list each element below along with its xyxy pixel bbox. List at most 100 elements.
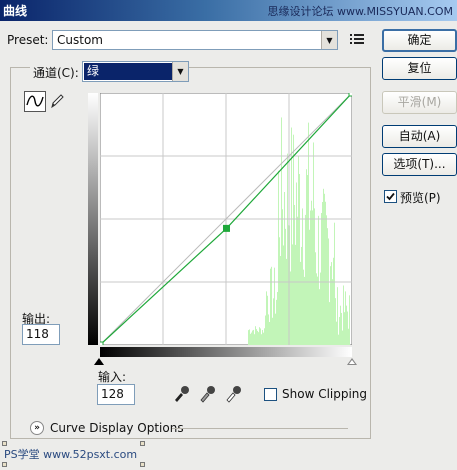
histogram-bar: [270, 268, 271, 345]
histogram-bar: [249, 329, 250, 345]
curve-tool-button[interactable]: [24, 91, 46, 112]
channel-label: 通道(C):: [30, 64, 82, 81]
preset-options-icon[interactable]: [350, 33, 364, 45]
histogram-bar: [296, 182, 297, 345]
histogram-bar: [338, 334, 339, 345]
histogram-bar: [252, 330, 253, 345]
pencil-icon[interactable]: [48, 92, 66, 110]
auto-button[interactable]: 自动(A): [382, 125, 457, 148]
divider: [172, 428, 348, 429]
white-point-slider[interactable]: [347, 358, 357, 365]
histogram-bar: [274, 267, 275, 345]
input-field[interactable]: 128: [97, 384, 135, 405]
histogram-bar: [297, 216, 298, 345]
corner-marker: [2, 441, 7, 446]
smooth-button[interactable]: 平滑(M): [382, 91, 457, 114]
histogram-bar: [319, 289, 320, 345]
histogram-bar: [324, 193, 325, 345]
histogram-bar: [283, 245, 284, 345]
white-point-eyedropper-icon[interactable]: [224, 383, 242, 403]
watermark-text: 思缘设计论坛 www.MISSYUAN.COM: [267, 5, 453, 18]
histogram-bar: [248, 330, 249, 345]
curve-display-options-label[interactable]: Curve Display Options: [50, 421, 184, 435]
corner-marker: [140, 441, 145, 446]
preset-dropdown[interactable]: Custom ▼: [52, 30, 338, 50]
histogram-bar: [271, 266, 272, 345]
histogram-bar: [293, 134, 294, 345]
histogram-bar: [280, 256, 281, 345]
histogram-bar: [275, 313, 276, 345]
histogram-bar: [326, 215, 327, 345]
histogram-bar: [276, 299, 277, 345]
options-button[interactable]: 选项(T)...: [382, 153, 457, 176]
histogram-bar: [348, 328, 349, 345]
black-point-eyedropper-icon[interactable]: [172, 383, 190, 403]
histogram-bar: [327, 228, 328, 345]
histogram-bar: [343, 285, 344, 345]
histogram-bar: [344, 312, 345, 345]
histogram-bar: [302, 208, 303, 345]
preset-value: Custom: [57, 33, 103, 47]
ok-button[interactable]: 确定: [382, 29, 457, 52]
histogram-bar: [300, 261, 301, 345]
histogram-bar: [277, 291, 278, 345]
histogram-bar: [305, 214, 306, 345]
histogram-bar: [251, 332, 252, 345]
histogram-bar: [320, 272, 321, 345]
checkmark-icon: [386, 192, 395, 201]
histogram-bar: [250, 333, 251, 345]
histogram-bar: [273, 298, 274, 345]
histogram-bar: [322, 201, 323, 345]
histogram-bar: [264, 328, 265, 345]
histogram-bar: [339, 317, 340, 345]
output-gradient-bar: [88, 93, 98, 345]
histogram-bar: [262, 330, 263, 345]
histogram-bar: [292, 244, 293, 345]
histogram-bar: [340, 305, 341, 345]
black-point-slider[interactable]: [94, 358, 104, 365]
curve-graph[interactable]: [100, 93, 352, 345]
histogram-bar: [328, 238, 329, 345]
histogram-bar: [295, 244, 296, 345]
channel-dropdown[interactable]: 绿 ▼: [82, 61, 189, 82]
histogram-bar: [287, 153, 288, 345]
output-field[interactable]: 118: [22, 324, 60, 345]
curve-control-point[interactable]: [100, 341, 104, 345]
histogram-bar: [321, 213, 322, 345]
histogram-bar: [266, 291, 267, 345]
show-clipping-checkbox[interactable]: [264, 388, 277, 401]
input-gradient-bar: [100, 347, 352, 357]
chevron-down-icon[interactable]: ▼: [321, 31, 337, 49]
histogram-bar: [265, 315, 266, 345]
preview-checkbox[interactable]: [384, 190, 397, 203]
title-bar: 曲线 思缘设计论坛 www.MISSYUAN.COM: [0, 0, 457, 21]
histogram-bar: [318, 215, 319, 345]
chevron-down-icon[interactable]: ▼: [172, 62, 188, 81]
histogram-bar: [299, 174, 300, 345]
curve-control-point[interactable]: [222, 224, 230, 232]
histogram-bar: [332, 279, 333, 345]
histogram-bar: [259, 327, 260, 345]
histogram-bar: [325, 201, 326, 345]
curve-control-point[interactable]: [348, 93, 352, 97]
histogram-bar: [285, 228, 286, 345]
channel-value: 绿: [84, 63, 172, 80]
histogram-bar: [257, 330, 258, 345]
preview-label: 预览(P): [400, 191, 441, 205]
histogram-bar: [334, 222, 335, 345]
histogram-bar: [258, 332, 259, 345]
histogram-bar: [291, 127, 292, 345]
gray-point-eyedropper-icon[interactable]: [198, 383, 216, 403]
chevron-double-down-icon[interactable]: »: [30, 421, 44, 435]
histogram-bar: [335, 298, 336, 345]
corner-marker: [2, 462, 7, 467]
reset-button[interactable]: 复位: [382, 57, 457, 80]
histogram-bar: [330, 266, 331, 345]
histogram-bar: [333, 257, 334, 345]
histogram-bar: [309, 229, 310, 345]
histogram-bar: [303, 269, 304, 345]
preset-label: Preset:: [7, 33, 49, 47]
histogram-bar: [313, 142, 314, 345]
histogram-bar: [317, 276, 318, 345]
histogram-bar: [312, 210, 313, 345]
